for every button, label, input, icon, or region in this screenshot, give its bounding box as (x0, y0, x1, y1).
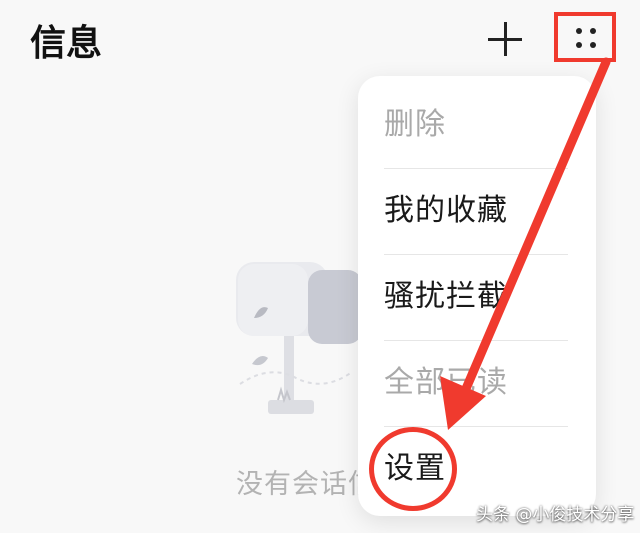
menu-item-favorites[interactable]: 我的收藏 (384, 168, 568, 255)
menu-item-delete[interactable]: 删除 (384, 82, 568, 169)
empty-state-text: 没有会话信 (236, 469, 376, 500)
page-title: 信息 (30, 23, 103, 64)
annotation-circle (369, 427, 457, 511)
mailbox-icon (236, 262, 362, 414)
dot-icon (576, 28, 582, 34)
plus-icon[interactable] (488, 22, 522, 56)
menu-item-mark-all-read[interactable]: 全部已读 (384, 340, 568, 427)
dot-icon (590, 28, 596, 34)
menu-item-spam-block[interactable]: 骚扰拦截 (384, 254, 568, 341)
dot-icon (590, 42, 596, 48)
watermark: 头条 @小俊技术分享 (476, 505, 635, 525)
more-options-button[interactable] (554, 12, 616, 62)
dot-icon (576, 42, 582, 48)
